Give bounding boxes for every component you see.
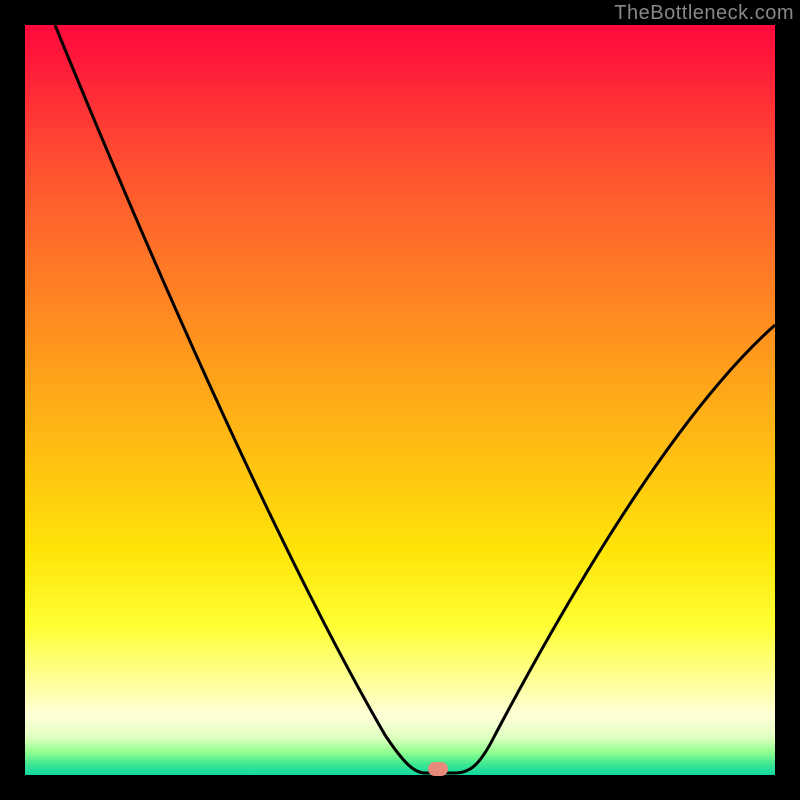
chart-plot-area (25, 25, 775, 775)
watermark-text: TheBottleneck.com (614, 2, 794, 25)
optimal-point-marker (428, 762, 448, 776)
bottleneck-curve-svg (25, 25, 775, 775)
bottleneck-curve-path (55, 25, 775, 773)
